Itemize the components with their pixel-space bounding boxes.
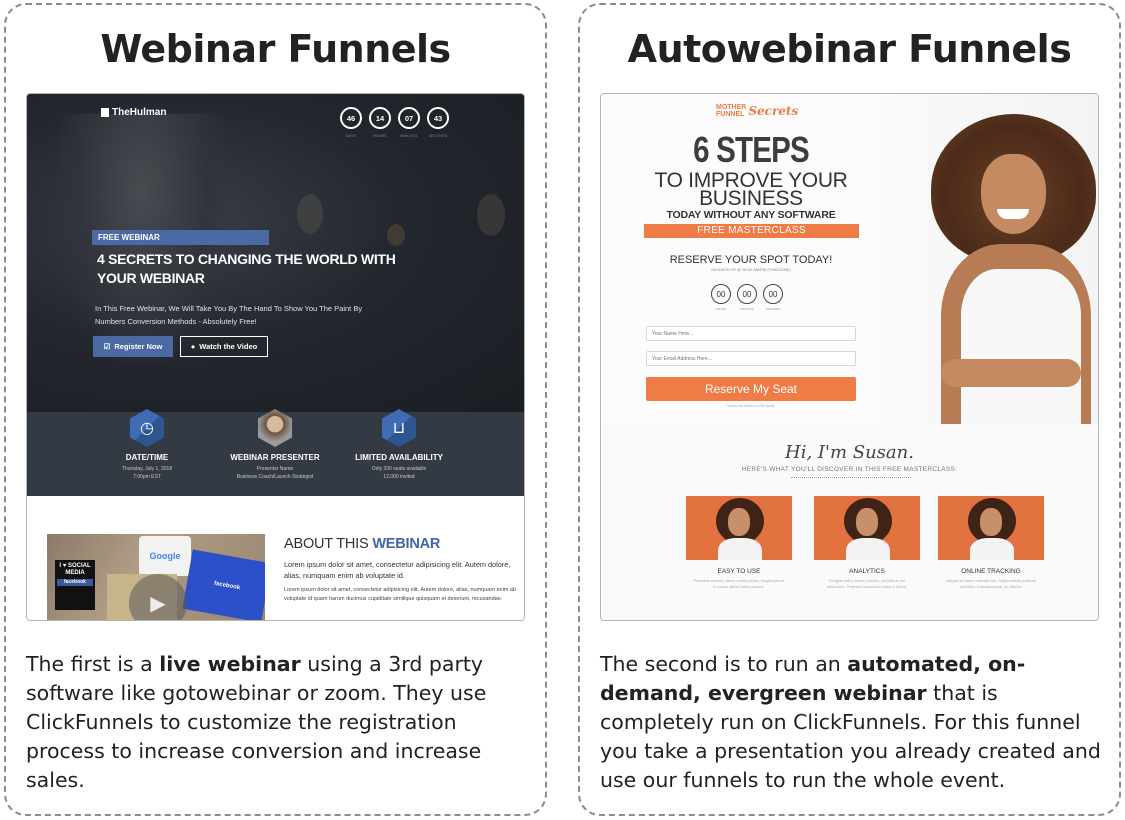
bokeh-light <box>477 194 505 236</box>
countdown-seconds: 00 SECONDS <box>763 284 783 311</box>
feature-text: Praesent semper, lacus cursus porta, feu… <box>693 578 785 589</box>
countdown-value: 00 <box>737 284 757 304</box>
about-paragraph-small: Lorem ipsum dolor sit amet, consectetur … <box>284 587 517 602</box>
hero-headline: 4 SECRETS TO CHANGING THE WORLD WITH YOU… <box>97 251 396 286</box>
countdown-timer: 00 HOURS 00 MINUTES 00 SECONDS <box>711 284 783 311</box>
feature-availability: ⊔ LIMITED AVAILABILITY Only 200 seats av… <box>324 409 474 481</box>
feature-title: ANALYTICS <box>849 568 885 575</box>
name-input[interactable] <box>646 326 856 341</box>
countdown-seconds: 43 SECONDS <box>427 107 449 138</box>
body-text: The first is a <box>26 652 160 676</box>
card-description: The first is a live webinar using a 3rd … <box>26 650 527 795</box>
watch-video-button[interactable]: ● Watch the Video <box>180 336 268 357</box>
brand-logo: TheHulman <box>101 107 166 118</box>
feature-line: 12,000 invited <box>383 474 415 480</box>
play-icon[interactable]: ▶ <box>129 574 187 620</box>
logo-icon <box>101 108 109 117</box>
seat-icon: ⊔ <box>382 409 416 447</box>
feature-image <box>938 496 1044 560</box>
countdown-hours: 14 HOURS <box>369 107 391 138</box>
emphasis-text: live webinar <box>159 652 301 676</box>
reserve-seat-button[interactable]: Reserve My Seat <box>646 377 856 401</box>
clock-icon: ◷ <box>130 409 164 447</box>
countdown-value: 14 <box>369 107 391 129</box>
countdown-label: SECONDS <box>428 134 448 138</box>
countdown-value: 43 <box>427 107 449 129</box>
countdown-days: 46 DAYS <box>340 107 362 138</box>
bokeh-light <box>387 224 405 246</box>
autowebinar-funnels-card: Autowebinar Funnels MOTHER FUNNEL Secrets… <box>578 3 1121 816</box>
button-label: Watch the Video <box>199 342 258 351</box>
headline-small: TODAY WITHOUT ANY SOFTWARE <box>666 209 836 221</box>
feature-title: ONLINE TRACKING <box>961 568 1021 575</box>
about-video-thumbnail[interactable]: I ♥ SOCIAL MEDIA facebook Google facebook… <box>47 534 265 620</box>
email-input[interactable] <box>646 351 856 366</box>
countdown-label: HOURS <box>715 307 727 311</box>
feature-easy-to-use: EASY TO USE Praesent semper, lacus cursu… <box>686 496 792 590</box>
about-title-plain: ABOUT THIS <box>284 536 373 552</box>
countdown-minutes: 00 MINUTES <box>737 284 757 311</box>
headline-big: 6 STEPS <box>693 129 809 170</box>
play-circle-icon: ● <box>190 342 196 351</box>
event-date: MO/DATE/YR @ 00:00 AM/PM (TIMEZONE) <box>711 267 791 272</box>
feature-text: Integer sit amet molestie ain. Suspendis… <box>945 578 1037 589</box>
social-media-sticker: I ♥ SOCIAL MEDIA facebook <box>55 560 95 610</box>
card-description: The second is to run an automated, on-de… <box>600 650 1101 795</box>
register-now-button[interactable]: ☑ Register Now <box>93 336 173 357</box>
bokeh-light <box>297 194 323 234</box>
greeting: Hi, I'm Susan. <box>785 442 914 463</box>
logo-text: TheHulman <box>112 107 167 118</box>
google-sticker: Google <box>139 536 191 576</box>
reserve-heading: RESERVE YOUR SPOT TODAY! <box>669 254 833 266</box>
about-paragraph: Lorem ipsum dolor sit amet, consectetur … <box>284 560 511 580</box>
card-title: Webinar Funnels <box>100 27 451 71</box>
divider <box>791 477 911 478</box>
about-title: ABOUT THIS WEBINAR <box>284 536 440 552</box>
feature-line: Only 200 seats available <box>371 466 427 472</box>
countdown-hours: 00 HOURS <box>711 284 731 311</box>
feature-online-tracking: ONLINE TRACKING Integer sit amet molesti… <box>938 496 1044 590</box>
discover-heading: HERE'S WHAT YOU'LL DISCOVER IN THIS FREE… <box>741 466 958 473</box>
countdown-label: HOURS <box>373 134 387 138</box>
countdown-label: MINUTES <box>400 134 418 138</box>
countdown-label: MINUTES <box>740 307 754 311</box>
about-title-highlight: WEBINAR <box>372 536 441 552</box>
headline-mid: TO IMPROVE YOUR BUSINESS <box>654 169 848 210</box>
button-label: Register Now <box>114 342 163 351</box>
presenter-avatar <box>258 409 292 447</box>
countdown-label: DAYS <box>345 134 357 138</box>
checkbox-icon: ☑ <box>103 342 111 351</box>
countdown-label: SECONDS <box>765 307 781 311</box>
feature-analytics: ANALYTICS Feugiat erat a ipsum viverra, … <box>814 496 920 590</box>
countdown-value: 46 <box>340 107 362 129</box>
countdown-timer: 46 DAYS 14 HOURS 07 MINUTES 43 SECONDS <box>340 107 449 138</box>
autowebinar-page-preview[interactable]: MOTHER FUNNEL Secrets 6 STEPS TO IMPROVE … <box>600 93 1099 621</box>
countdown-value: 00 <box>711 284 731 304</box>
webinar-page-preview[interactable]: TheHulman 46 DAYS 14 HOURS 07 MINUTES 43… <box>26 93 525 621</box>
host-photo <box>881 94 1098 424</box>
feature-image <box>814 496 920 560</box>
hero-subtext: In This Free Webinar, We Will Take You B… <box>95 304 363 326</box>
feature-title: LIMITED AVAILABILITY <box>355 453 443 462</box>
logo-script: Secrets <box>748 104 799 118</box>
feature-title: EASY TO USE <box>717 568 761 575</box>
feature-text: Feugiat erat a ipsum viverra, vel finibu… <box>826 578 908 589</box>
countdown-minutes: 07 MINUTES <box>398 107 420 138</box>
webinar-funnels-card: Webinar Funnels TheHulman 46 DAYS 14 HOU… <box>4 3 547 816</box>
countdown-value: 00 <box>763 284 783 304</box>
brand-logo: MOTHER FUNNEL Secrets <box>716 104 799 118</box>
masterclass-banner: FREE MASTERCLASS <box>644 224 859 238</box>
body-text: The second is to run an <box>600 652 848 676</box>
facebook-card: facebook <box>182 549 265 620</box>
countdown-value: 07 <box>398 107 420 129</box>
card-title: Autowebinar Funnels <box>627 27 1072 71</box>
feature-image <box>686 496 792 560</box>
seats-note: *Seats are limited to 200 spots. <box>726 404 776 408</box>
free-webinar-badge: FREE WEBINAR <box>92 230 269 245</box>
